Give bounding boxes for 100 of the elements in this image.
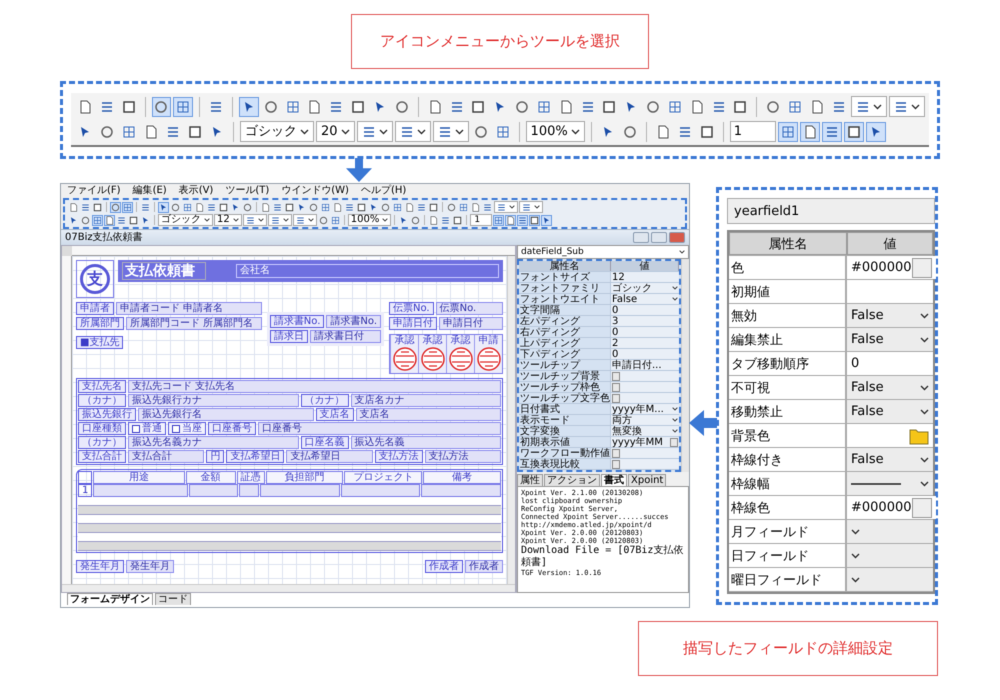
toolbar-button[interactable] xyxy=(80,202,91,212)
toolbar-button[interactable] xyxy=(140,202,151,212)
property-select[interactable]: False xyxy=(847,400,933,423)
toolbar-button[interactable] xyxy=(206,202,217,212)
property-select[interactable]: False xyxy=(847,448,933,471)
panel-tab[interactable]: Xpoint xyxy=(628,474,666,486)
toolbar-button[interactable] xyxy=(239,96,259,116)
property-value[interactable]: 2 xyxy=(611,338,679,348)
toolbar-button[interactable] xyxy=(844,122,864,142)
toolbar-button[interactable] xyxy=(116,214,127,226)
dropdown[interactable]: ゴシック xyxy=(158,214,213,226)
scrollbar[interactable] xyxy=(507,256,515,584)
dropdown[interactable]: 12 xyxy=(214,214,242,226)
toolbar-button[interactable] xyxy=(332,202,343,212)
property-value[interactable] xyxy=(611,382,679,392)
toolbar-button[interactable] xyxy=(330,214,341,226)
property-value[interactable]: 申請日付... xyxy=(611,360,679,370)
property-select[interactable]: ゴシック xyxy=(611,283,679,293)
toolbar-button[interactable] xyxy=(800,122,820,142)
toolbar-button[interactable] xyxy=(284,202,295,212)
toolbar-button[interactable] xyxy=(272,202,283,212)
menu-item[interactable]: ヘルプ(H) xyxy=(360,185,406,197)
dropdown[interactable] xyxy=(356,121,393,142)
property-select[interactable]: 無変換 xyxy=(611,426,679,436)
property-value[interactable]: 12 xyxy=(611,272,679,282)
form-field[interactable]: 支店名カナ xyxy=(350,394,501,407)
toolbar-button[interactable] xyxy=(482,202,493,212)
form-field[interactable]: 所属部門コード 所属部門名 xyxy=(126,317,262,330)
toolbar-button[interactable] xyxy=(416,202,427,212)
checkbox[interactable]: 普通 xyxy=(128,422,166,435)
form-field[interactable]: 口座番号 xyxy=(258,422,501,435)
property-select[interactable]: False xyxy=(611,294,679,304)
scrollbar[interactable] xyxy=(62,584,515,592)
form-field[interactable]: 申請者コード 申請者名 xyxy=(116,302,262,315)
menu-item[interactable]: 表示(V) xyxy=(178,185,214,197)
property-select[interactable]: 両方 xyxy=(611,415,679,425)
form-field[interactable]: 支払方法 xyxy=(424,450,501,463)
toolbar-button[interactable] xyxy=(428,202,439,212)
toolbar-button[interactable] xyxy=(218,202,229,212)
property-select[interactable]: yyyy年M... xyxy=(611,404,679,414)
toolbar-button[interactable] xyxy=(92,202,103,212)
property-select[interactable] xyxy=(847,472,933,495)
toolbar-button[interactable] xyxy=(452,214,464,226)
property-value[interactable] xyxy=(611,459,679,469)
menu-item[interactable]: ウインドウ(W) xyxy=(281,185,349,197)
panel-tab[interactable]: アクション xyxy=(544,474,600,486)
dropdown[interactable]: ゴシック xyxy=(240,121,314,142)
form-field[interactable]: 会社名 xyxy=(236,264,499,278)
dropdown[interactable] xyxy=(888,96,925,117)
property-value[interactable]: yyyy年MM xyxy=(611,437,679,447)
form-field[interactable]: 請求書日付 xyxy=(310,330,381,343)
dropdown[interactable] xyxy=(432,121,469,142)
panel-tab[interactable]: 属性 xyxy=(517,474,543,486)
property-select[interactable]: False xyxy=(847,304,933,327)
toolbar-button[interactable] xyxy=(173,96,194,116)
toolbar-button[interactable] xyxy=(410,214,422,226)
toolbar-button[interactable] xyxy=(242,202,253,212)
property-select[interactable]: False xyxy=(847,328,933,351)
toolbar-button[interactable] xyxy=(318,214,329,226)
toolbar-button[interactable] xyxy=(380,202,391,212)
toolbar-button[interactable] xyxy=(308,202,319,212)
form-field[interactable]: 申請日付 xyxy=(439,317,503,330)
dropdown[interactable]: 20 xyxy=(316,121,355,142)
toolbar-button[interactable] xyxy=(128,214,139,226)
form-field[interactable]: 振込先銀行カナ xyxy=(128,394,298,407)
toolbar-button[interactable] xyxy=(529,214,540,226)
dropdown[interactable] xyxy=(268,214,292,226)
toolbar-button[interactable] xyxy=(122,202,133,212)
toolbar-button[interactable] xyxy=(404,202,415,212)
dropdown[interactable] xyxy=(394,121,431,142)
editor-tab[interactable]: コード xyxy=(155,593,191,605)
toolbar-button[interactable] xyxy=(866,122,886,142)
object-select[interactable]: dateField_Sub xyxy=(517,245,689,259)
toolbar-button[interactable] xyxy=(541,214,552,226)
input-field[interactable]: 1 xyxy=(470,214,492,226)
input-field[interactable]: 1 xyxy=(730,121,776,142)
dropdown[interactable]: 100% xyxy=(348,214,392,226)
toolbar-button[interactable] xyxy=(822,122,842,142)
form-field[interactable]: 支払先コード 支払先名 xyxy=(128,380,501,393)
form-field[interactable]: 支払合計 xyxy=(128,450,204,463)
toolbar-button[interactable] xyxy=(778,122,798,142)
form-field[interactable]: 振込先銀行名 xyxy=(138,408,314,421)
toolbar-button[interactable] xyxy=(320,202,331,212)
color-button[interactable] xyxy=(912,258,932,278)
property-value[interactable]: 0 xyxy=(611,305,679,315)
form-field[interactable]: 作成者 xyxy=(465,560,503,573)
toolbar-button[interactable] xyxy=(104,214,115,226)
menu-item[interactable]: ファイル(F) xyxy=(67,185,121,197)
toolbar-button[interactable] xyxy=(182,202,193,212)
color-button[interactable] xyxy=(912,498,932,518)
editor-tab[interactable]: フォームデザイン xyxy=(67,593,153,605)
toolbar-button[interactable] xyxy=(68,202,79,212)
dropdown[interactable] xyxy=(292,214,317,226)
form-field[interactable]: 振込先名義 xyxy=(350,436,501,449)
menu-item[interactable]: 編集(E) xyxy=(132,185,167,197)
dropdown[interactable] xyxy=(850,96,887,117)
menu-item[interactable]: ツール(T) xyxy=(225,185,270,197)
toolbar-button[interactable] xyxy=(446,202,457,212)
form-field[interactable]: 伝票No. xyxy=(436,302,503,315)
dropdown[interactable] xyxy=(519,201,543,213)
